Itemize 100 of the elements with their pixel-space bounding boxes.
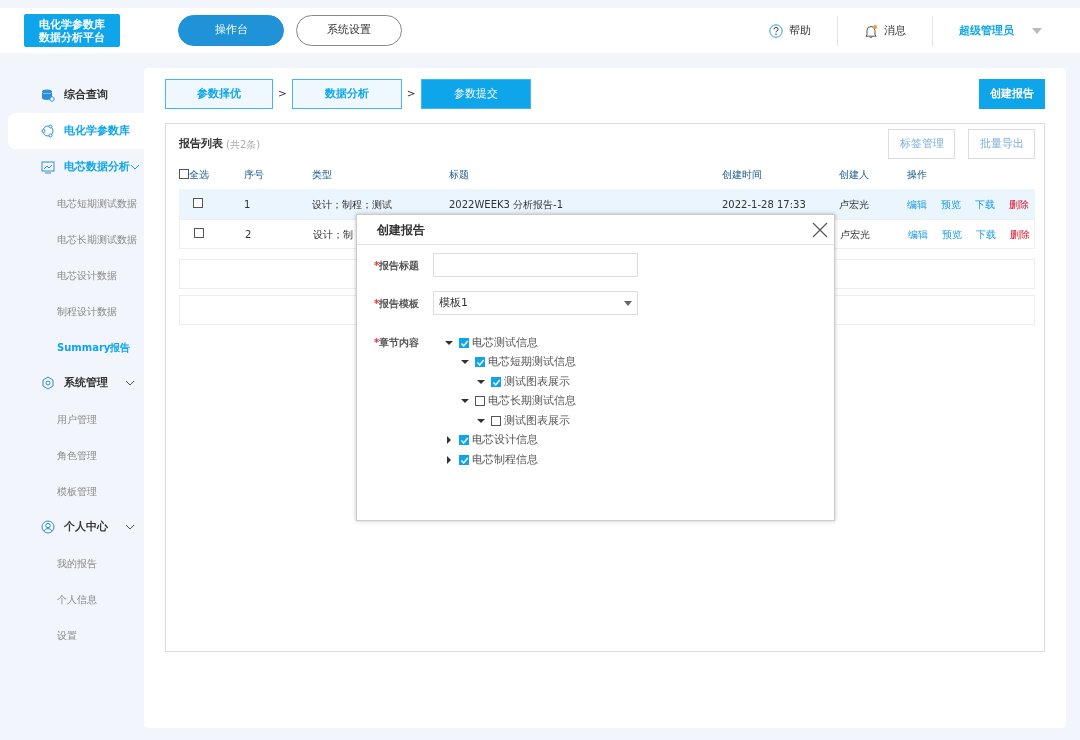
caret-icon[interactable] (445, 455, 453, 464)
sidebar-item[interactable]: 综合查询 (64, 87, 144, 103)
list-count: (共2条) (226, 137, 261, 152)
create-report-button[interactable]: 创建报告 (979, 79, 1045, 109)
sidebar-subitem[interactable]: 电芯长期测试数据 (57, 231, 137, 247)
template-select[interactable]: 模板1 (433, 291, 638, 315)
column-header: 序号 (244, 168, 264, 180)
sidebar-item[interactable]: 个人中心 (64, 519, 125, 535)
caret-icon[interactable] (461, 397, 469, 406)
table-cell: 1 (244, 198, 251, 210)
messages-link[interactable]: 消息 (884, 22, 906, 39)
sidebar-subitem[interactable]: 模板管理 (57, 483, 97, 499)
action-link[interactable]: 下载 (976, 226, 996, 242)
text-field[interactable] (433, 253, 638, 277)
column-header: 创建时间 (722, 168, 762, 180)
nav-tab[interactable]: 操作台 (178, 15, 284, 46)
checkbox[interactable] (459, 337, 469, 348)
dialog-title: 创建报告 (377, 221, 425, 239)
tree-label: 电芯设计信息 (472, 432, 538, 448)
field-label: 报告模板 (379, 298, 420, 309)
toolbar-button[interactable]: 标签管理 (888, 129, 955, 159)
column-header: 类型 (312, 168, 332, 180)
sidebar-item[interactable]: 电化学参数库 (8, 113, 144, 149)
checkbox[interactable] (459, 435, 469, 446)
toolbar-button[interactable]: 批量导出 (968, 129, 1035, 159)
table-cell: 2022-1-28 17:33 (722, 198, 806, 210)
column-header: 全选 (189, 167, 209, 182)
required-mark: * (374, 260, 380, 271)
sidebar-subitem[interactable]: 设置 (57, 627, 77, 643)
table-row[interactable]: 1 设计；制程；测试 2022WEEK3 分析报告-1 2022-1-28 17:33 卢宏光 编辑 预览 下载 删除 (179, 189, 1035, 219)
tree-label: 测试图表展示 (504, 373, 570, 389)
field-label: 章节内容 (379, 337, 420, 348)
tree-label: 电芯短期测试信息 (488, 354, 576, 370)
caret-icon[interactable] (461, 358, 469, 367)
checkbox[interactable] (459, 454, 469, 465)
column-header: 标题 (449, 168, 469, 180)
checkbox[interactable] (194, 227, 204, 238)
list-title: 报告列表 (179, 136, 223, 152)
column-header: 操作 (907, 168, 927, 180)
sidebar-subitem[interactable]: 制程设计数据 (57, 303, 117, 319)
sidebar-subitem[interactable]: 电芯设计数据 (57, 267, 117, 283)
checkbox[interactable] (475, 396, 485, 407)
step-separator: > (278, 86, 287, 102)
action-link[interactable]: 预览 (942, 226, 962, 242)
sidebar-subitem[interactable]: Summary报告 (57, 339, 131, 355)
table-cell: 设计；制 (313, 228, 353, 240)
action-link[interactable]: 删除 (1009, 196, 1029, 212)
help-icon[interactable] (769, 23, 783, 38)
caret-icon[interactable] (445, 338, 453, 347)
required-mark: * (374, 337, 380, 348)
user-name[interactable]: 超级管理员 (959, 22, 1014, 39)
checkbox[interactable] (179, 169, 189, 179)
sidebar-item[interactable]: 系统管理 (64, 375, 125, 391)
sidebar-subitem[interactable]: 角色管理 (57, 447, 97, 463)
action-link[interactable]: 编辑 (908, 226, 928, 242)
help-link[interactable]: 帮助 (789, 22, 811, 39)
sidebar-item[interactable]: 电芯数据分析 (64, 159, 130, 175)
action-link[interactable]: 删除 (1010, 226, 1030, 242)
database-icon (41, 88, 55, 102)
bell-icon[interactable] (864, 23, 878, 38)
nav-tab[interactable]: 系统设置 (296, 15, 402, 46)
field-label: 报告标题 (379, 260, 420, 271)
table-cell: 2 (245, 228, 252, 240)
sidebar-subitem[interactable]: 电芯短期测试数据 (57, 195, 137, 211)
step-tab[interactable]: 数据分析 (291, 79, 402, 109)
action-link[interactable]: 预览 (941, 196, 961, 212)
action-link[interactable]: 下载 (975, 196, 995, 212)
tree-label: 电芯制程信息 (472, 451, 538, 467)
table-cell: 2022WEEK3 分析报告-1 (449, 198, 564, 210)
step-tab[interactable]: 参数提交 (420, 79, 531, 109)
table-cell: 卢宏光 (839, 198, 869, 210)
sidebar-subitem[interactable]: 我的报告 (57, 555, 97, 571)
caret-icon[interactable] (477, 416, 485, 425)
chevron-icon[interactable] (125, 524, 135, 530)
step-tab[interactable]: 参数择优 (165, 79, 273, 109)
required-mark: * (374, 298, 380, 309)
checkbox[interactable] (491, 376, 501, 387)
checkbox[interactable] (491, 415, 501, 426)
table-cell: 设计；制程；测试 (312, 198, 392, 210)
network-icon (41, 124, 55, 138)
close-icon[interactable] (812, 221, 828, 238)
logo-text: 数据分析平台 (39, 30, 105, 44)
settings-icon (41, 376, 55, 390)
action-link[interactable]: 编辑 (907, 196, 927, 212)
user-icon (41, 520, 55, 534)
tree-label: 电芯测试信息 (472, 334, 538, 350)
table-cell: 卢宏光 (840, 228, 870, 240)
column-header: 创建人 (839, 168, 869, 180)
chevron-icon[interactable] (125, 380, 135, 386)
tree-label: 电芯长期测试信息 (488, 393, 576, 409)
checkbox[interactable] (193, 197, 203, 208)
sidebar-subitem[interactable]: 用户管理 (57, 411, 97, 427)
step-separator: > (406, 86, 416, 102)
caret-icon[interactable] (477, 377, 485, 386)
sidebar-subitem[interactable]: 个人信息 (57, 591, 97, 607)
caret-icon[interactable] (445, 436, 453, 445)
caret-icon (624, 300, 632, 306)
chart-icon (41, 160, 55, 174)
checkbox[interactable] (475, 357, 485, 368)
tree-label: 测试图表展示 (504, 412, 570, 428)
